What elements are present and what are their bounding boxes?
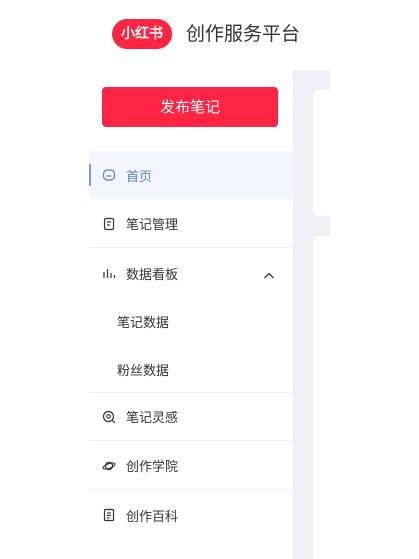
content-card (313, 236, 330, 559)
app: 小红书 创作服务平台 发布笔记 首页 笔记管理 数据看板 笔记数据 粉丝数据 笔… (0, 0, 419, 559)
home-icon (102, 168, 116, 182)
planet-icon (102, 459, 116, 473)
sidebar-subitem-label: 笔记数据 (117, 315, 170, 331)
sidebar-subitem-label: 粉丝数据 (117, 363, 170, 379)
chevron-up-icon[interactable] (263, 267, 275, 279)
sidebar-item-note-management[interactable]: 笔记管理 (89, 200, 293, 248)
sidebar-subitem-fan-data[interactable]: 粉丝数据 (89, 345, 293, 393)
chart-icon (102, 266, 116, 280)
top-header: 小红书 创作服务平台 (0, 0, 419, 70)
sidebar-item-label: 创作百科 (126, 509, 179, 525)
sidebar-item-label: 数据看板 (126, 267, 179, 283)
sidebar-item-label: 笔记管理 (126, 218, 179, 233)
sidebar-item-home[interactable]: 首页 (89, 151, 293, 199)
main-background (293, 70, 330, 559)
content-card (313, 90, 330, 216)
sidebar-item-creator-academy[interactable]: 创作学院 (89, 442, 293, 490)
main-content (293, 70, 419, 559)
inspiration-icon (102, 410, 116, 424)
sidebar-item-label: 创作学院 (126, 460, 179, 475)
sidebar-item-label: 首页 (126, 169, 153, 185)
sidebar-item-label: 笔记灵感 (126, 411, 179, 426)
sidebar-item-note-inspiration[interactable]: 笔记灵感 (89, 393, 293, 441)
sidebar-subitem-note-data[interactable]: 笔记数据 (89, 297, 293, 345)
sidebar-item-data-dashboard[interactable]: 数据看板 (89, 249, 293, 297)
sidebar: 发布笔记 首页 笔记管理 数据看板 笔记数据 粉丝数据 笔记灵感 创作学院 创作… (89, 70, 293, 559)
book-icon (102, 508, 116, 522)
xiaohongshu-logo[interactable]: 小红书 (112, 19, 172, 49)
sidebar-item-creator-wiki[interactable]: 创作百科 (89, 491, 293, 539)
note-icon (102, 217, 116, 231)
publish-note-button[interactable]: 发布笔记 (102, 87, 278, 127)
platform-title: 创作服务平台 (186, 23, 301, 45)
left-margin (0, 70, 89, 559)
